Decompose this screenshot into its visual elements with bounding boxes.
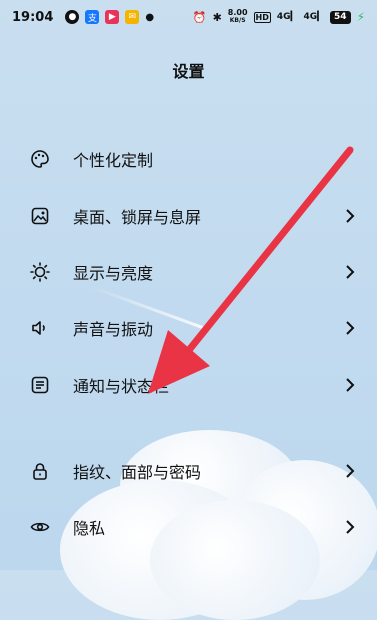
annotation-arrow xyxy=(148,146,354,394)
annotation-arrow-shaft xyxy=(181,146,354,359)
